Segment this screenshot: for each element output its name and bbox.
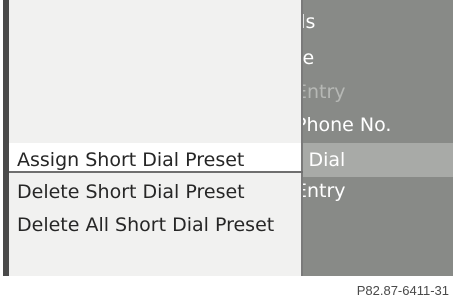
figure-code: P82.87-6411-31 [356,283,449,298]
popup-left-bar [3,0,9,276]
delete-short-dial-preset-item[interactable]: Delete Short Dial Preset [17,177,302,207]
screenshot: ils te Entry Phone No. t Dial Entry Assi… [0,0,453,305]
menu-item-label: Phone No. [295,114,392,136]
figure-footer: P82.87-6411-31 [0,278,453,305]
delete-all-short-dial-preset-item[interactable]: Delete All Short Dial Preset [17,210,302,240]
short-dial-popup-menu: Assign Short Dial Preset Delete Short Di… [3,0,303,276]
popup-divider [9,171,303,173]
